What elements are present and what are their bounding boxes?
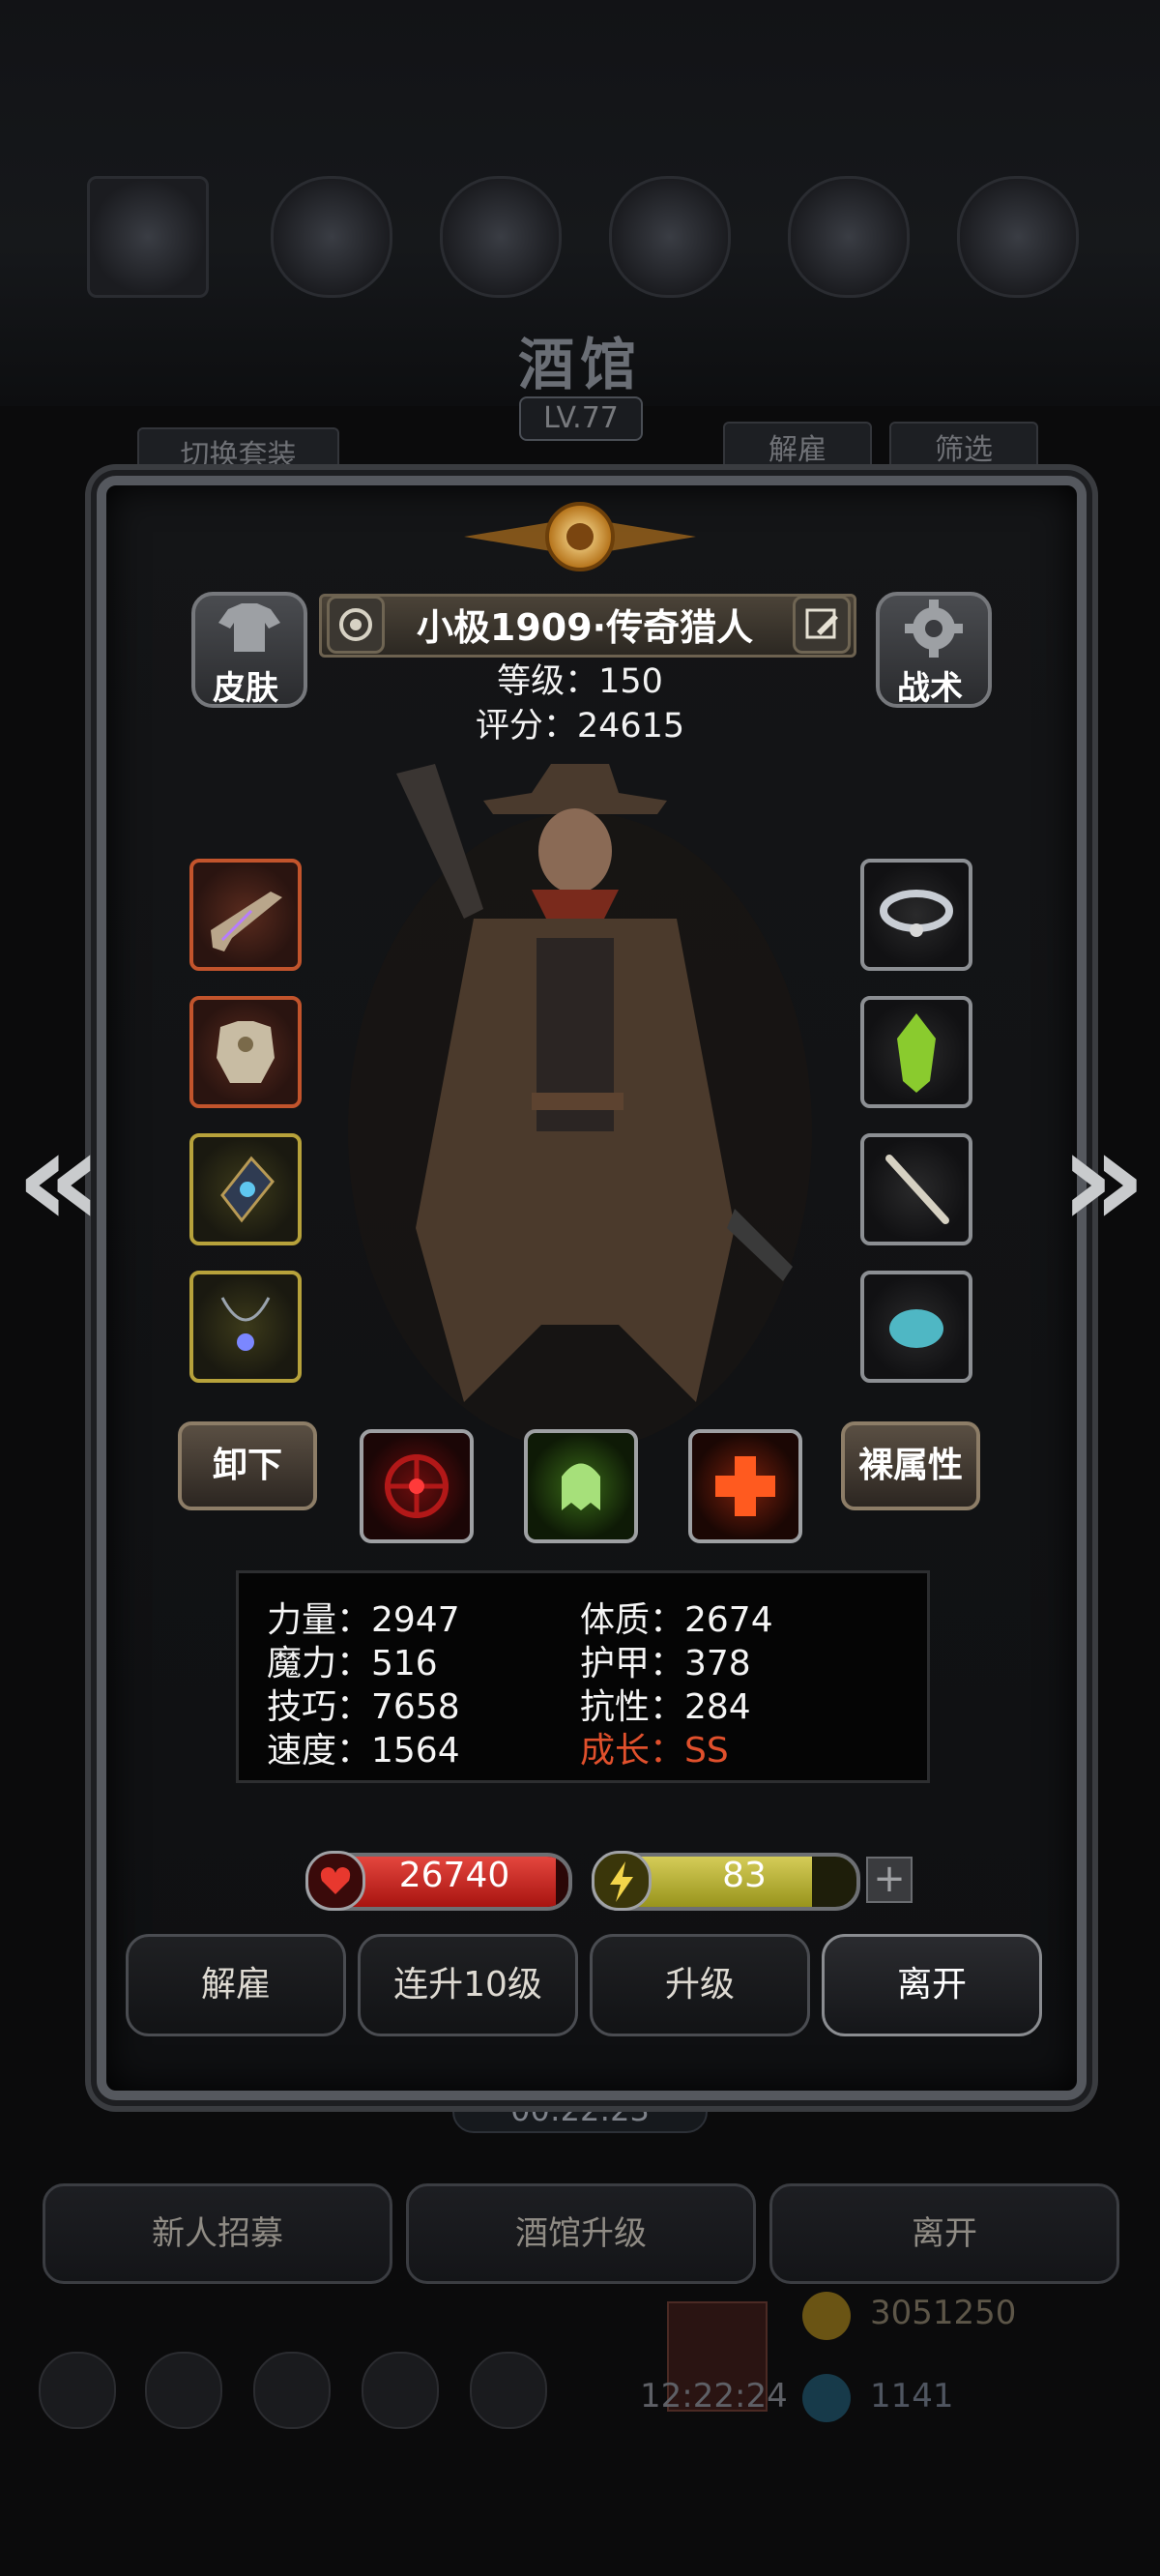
amulet-icon — [220, 1156, 275, 1223]
bottom-nav-icon[interactable] — [39, 2352, 116, 2429]
bg-dismiss-button[interactable]: 解雇 — [723, 422, 872, 480]
gem-slot[interactable] — [860, 1271, 972, 1383]
stat-speed: 速度：1564 — [267, 1731, 460, 1771]
stat-growth: 成长：SS — [580, 1731, 729, 1771]
recruit-button[interactable]: 新人招募 — [43, 2183, 392, 2284]
menu-round-icon — [609, 176, 731, 298]
tavern-upgrade-button[interactable]: 酒馆升级 — [406, 2183, 756, 2284]
gold-coin-icon — [802, 2292, 851, 2340]
tactics-label: 战术 — [897, 669, 963, 708]
edit-name-icon[interactable] — [793, 596, 851, 654]
avatar — [87, 176, 209, 298]
skin-label: 皮肤 — [213, 669, 278, 708]
skill-slot-2[interactable] — [524, 1429, 638, 1543]
next-hero-arrow-icon[interactable]: » — [1059, 1112, 1146, 1247]
bottom-nav-icon[interactable] — [470, 2352, 547, 2429]
hero-portrait — [348, 764, 812, 1450]
dismiss-button[interactable]: 解雇 — [126, 1934, 346, 2036]
menu-round-icon — [788, 176, 910, 298]
bone-slot[interactable] — [860, 1133, 972, 1245]
crosshair-skill-icon — [385, 1454, 449, 1518]
filter-button[interactable]: 筛选 — [889, 422, 1038, 480]
menu-round-icon — [440, 176, 562, 298]
crest-emblem-icon — [464, 502, 696, 571]
clock-text: 12:22:24 — [640, 2377, 788, 2415]
shirt-icon — [218, 603, 280, 652]
bg-leave-button[interactable]: 离开 — [769, 2183, 1119, 2284]
necklace-slot[interactable] — [189, 1271, 302, 1383]
cloud-ring-icon — [880, 890, 953, 937]
blue-gem-icon — [889, 1309, 943, 1348]
bone-icon — [885, 1155, 949, 1224]
unequip-button[interactable]: 卸下 — [178, 1421, 317, 1510]
ring-slot[interactable] — [860, 859, 972, 971]
bare-attributes-button[interactable]: 裸属性 — [841, 1421, 980, 1510]
hero-name: 小极1909·传奇猎人 — [416, 606, 754, 649]
armor-slot[interactable] — [189, 996, 302, 1108]
ghost-skill-icon — [562, 1463, 600, 1510]
previous-hero-arrow-icon[interactable]: « — [15, 1112, 102, 1247]
gem-icon — [802, 2374, 851, 2422]
hero-level: 等级：150 — [497, 662, 663, 701]
gold-amount: 3051250 — [870, 2294, 1017, 2332]
add-energy-button[interactable]: + — [866, 1857, 913, 1903]
green-crystal-icon — [897, 1013, 936, 1093]
bottom-nav-icon[interactable] — [145, 2352, 222, 2429]
upgrade-button[interactable]: 升级 — [590, 1934, 810, 2036]
leave-button[interactable]: 离开 — [822, 1934, 1042, 2036]
level-up-10-button[interactable]: 连升10级 — [358, 1934, 578, 2036]
crystal-slot[interactable] — [860, 996, 972, 1108]
weapon-slot[interactable] — [189, 859, 302, 971]
bottom-nav-icon[interactable] — [253, 2352, 331, 2429]
gear-icon — [905, 600, 963, 658]
heal-cross-skill-icon — [715, 1456, 775, 1516]
tavern-title: 酒馆 — [517, 332, 642, 397]
amulet-slot[interactable] — [189, 1133, 302, 1245]
menu-round-icon — [271, 176, 392, 298]
gem-amount: 1141 — [870, 2377, 954, 2415]
skill-slot-3[interactable] — [688, 1429, 802, 1543]
energy-value: 83 — [722, 1856, 767, 1895]
necklace-icon — [220, 1297, 271, 1351]
tavern-level: LV.77 — [519, 396, 643, 441]
pistol-icon — [211, 892, 282, 951]
skill-slot-1[interactable] — [360, 1429, 474, 1543]
bottom-nav-icon[interactable] — [362, 2352, 439, 2429]
menu-round-icon — [957, 176, 1079, 298]
chest-armor-icon — [217, 1021, 275, 1083]
hp-value: 26740 — [398, 1856, 510, 1895]
